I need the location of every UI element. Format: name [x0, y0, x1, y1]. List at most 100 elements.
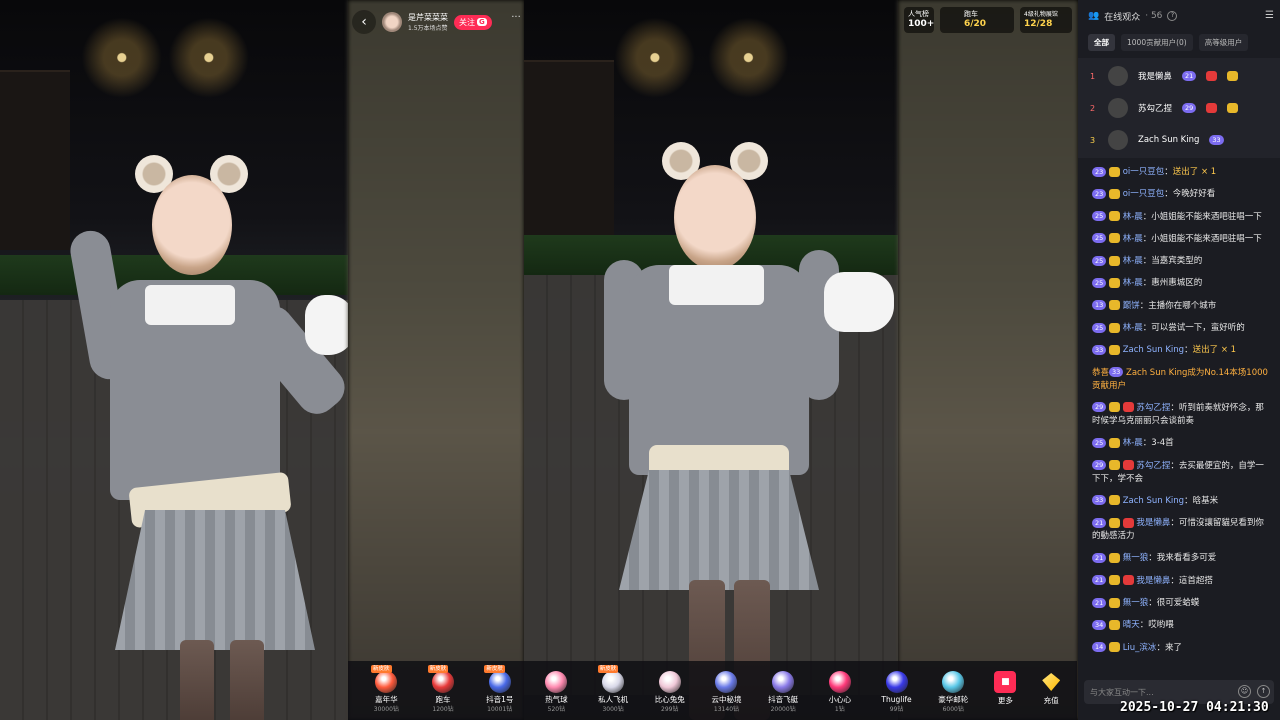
gift-item[interactable]: 热气球 520钻 [528, 665, 585, 715]
follow-button[interactable]: 关注 G [454, 14, 492, 30]
chat-text: 惠州惠城区的 [1151, 278, 1203, 289]
gift-name: 小心心 [828, 695, 852, 704]
chat-username[interactable]: 林-晨 [1123, 256, 1143, 266]
chat-username[interactable]: 無一狼 [1123, 598, 1149, 608]
viewer-count: · 56 [1145, 11, 1163, 21]
people-icon: 👥 [1088, 11, 1100, 21]
more-options-button[interactable]: ··· [508, 12, 524, 30]
diamond-icon [1042, 673, 1061, 691]
chat-text: 這首超搭 [1178, 575, 1213, 586]
gift-hall-badge[interactable]: 4级礼物展馆 12/28 [1020, 7, 1072, 33]
fan-badge-icon [1108, 642, 1120, 653]
gift-item[interactable]: 新皮肤 私人飞机 3000钻 [585, 665, 642, 715]
gift-item[interactable]: 豪华邮轮 6000钻 [925, 665, 982, 715]
level-badge: 21 [1182, 71, 1197, 81]
chat-username[interactable]: 林-晨 [1123, 278, 1143, 288]
chat-username[interactable]: 林-晨 [1123, 323, 1143, 333]
help-icon[interactable]: ? [1167, 11, 1178, 21]
blur-strip-right [898, 0, 1078, 720]
chat-username[interactable]: 苏勾乙捏 [1136, 461, 1170, 471]
gift-name: 比心兔兔 [654, 695, 685, 704]
chat-username[interactable]: 林-晨 [1123, 438, 1143, 448]
system-prefix: 恭喜 [1092, 367, 1110, 378]
chat-text: 我来看看多可爱 [1156, 553, 1217, 564]
level-badge: 29 [1092, 460, 1107, 471]
gift-price: 30000钻 [373, 706, 399, 713]
chat-text: 小姐姐能不能来酒吧驻唱一下 [1151, 233, 1262, 244]
gift-name: 嘉年华 [375, 695, 398, 704]
chat-username[interactable]: 林-晨 [1123, 234, 1143, 244]
recharge-button[interactable]: 充值 [1029, 665, 1073, 706]
gift-item[interactable]: 抖音飞艇 20000钻 [755, 665, 812, 715]
gift-more-button[interactable]: ■ 更多 [982, 665, 1030, 706]
chat-username[interactable]: oi一只豆包 [1123, 167, 1165, 177]
level-badge: 33 [1109, 367, 1124, 378]
gift-item[interactable]: 云中秘境 13140钻 [698, 665, 755, 715]
gift-price: 10001钻 [487, 706, 513, 713]
chat-text: 当嘉宾类型的 [1151, 256, 1203, 267]
chat-username[interactable]: 我是懒鼻 [1136, 518, 1170, 528]
panel-title: 在线观众 [1104, 12, 1141, 23]
gift-icon [772, 671, 795, 693]
gift-name: 跑车 [435, 695, 451, 704]
gift-price: 3000钻 [602, 706, 624, 713]
rank-row[interactable]: 2 苏勾乙捏 29 [1078, 92, 1280, 124]
send-icon[interactable]: ↑ [1257, 685, 1270, 698]
avatar[interactable] [1108, 130, 1128, 150]
fan-badge-icon [1108, 575, 1120, 586]
popularity-badge[interactable]: 人气榜 100+ [904, 7, 934, 33]
avatar[interactable] [1108, 98, 1128, 118]
rank-row[interactable]: 3 Zach Sun King 33 [1078, 124, 1280, 156]
emoji-icon[interactable]: ☺ [1238, 685, 1251, 698]
chat-text: 小姐姐能不能来酒吧驻唱一下 [1151, 211, 1262, 222]
gift-icon [942, 671, 965, 693]
chat-username[interactable]: Zach Sun King [1123, 345, 1184, 355]
chat-message: 13 巅饼：主播你在哪个城市 [1092, 300, 1268, 313]
gift-item[interactable]: 新皮肤嘉年华 30000钻 [358, 665, 415, 715]
avatar[interactable] [1108, 66, 1128, 86]
blur-strip-left [348, 0, 524, 720]
chat-username[interactable]: 林-晨 [1123, 212, 1143, 222]
gift-item[interactable]: 新皮肤 跑车 1200钻 [415, 665, 472, 715]
chat-username[interactable]: oi一只豆包 [1123, 189, 1165, 199]
chat-username[interactable]: 巅饼 [1123, 301, 1140, 311]
gift-tag: 新皮肤 [371, 665, 392, 673]
level-badge: 25 [1092, 322, 1107, 333]
fan-badge-icon [1108, 495, 1120, 506]
level-badge: 21 [1092, 552, 1107, 563]
tab-all[interactable]: 全部 [1088, 33, 1115, 51]
level-badge: 25 [1092, 255, 1107, 266]
fan-badge-icon [1108, 211, 1120, 222]
tab-1000-contributors[interactable]: 1000贡献用户(0) [1121, 33, 1193, 51]
chat-username[interactable]: 我是懒鼻 [1136, 576, 1170, 586]
fan-badge-icon [1108, 255, 1120, 266]
chat-username[interactable]: Zach Sun King [1123, 496, 1184, 506]
gift-item[interactable]: 比心兔兔 299钻 [641, 665, 698, 715]
gift-item[interactable]: Thuglife 99钻 [868, 665, 925, 715]
gift-tag: 新皮肤 [597, 665, 619, 673]
fan-badge-icon [1108, 552, 1120, 563]
rank-row[interactable]: 1 我是懒鼻 21 [1078, 60, 1280, 92]
chat-username[interactable]: 晴天 [1123, 620, 1140, 630]
level-badge: 21 [1092, 597, 1107, 608]
level-badge: 21 [1092, 517, 1107, 528]
tab-high-level[interactable]: 高等级用户 [1198, 33, 1249, 51]
level-badge: 25 [1092, 277, 1107, 288]
level-badge: 21 [1092, 575, 1107, 586]
collapse-panel-icon[interactable]: ☰ [1265, 10, 1274, 21]
chat-message: 14 Liu_滨冰：来了 [1092, 642, 1268, 655]
fan-badge-icon [1108, 188, 1120, 199]
car-badge[interactable]: 跑车 6/20 [940, 7, 1014, 33]
gift-icon [545, 671, 568, 693]
streamer-avatar[interactable] [382, 12, 402, 32]
chat-username[interactable]: 無一狼 [1123, 553, 1149, 563]
gift-item[interactable]: 小心心 1钻 [812, 665, 869, 715]
gift-count: × 1 [1200, 167, 1217, 177]
gift-item[interactable]: 新皮肤 抖音1号 10001钻 [471, 665, 528, 715]
gift-bar: 新皮肤嘉年华 30000钻 新皮肤 跑车 1200钻 新皮肤 抖音1号 10001钻 热气球 52… [348, 661, 1077, 720]
back-button[interactable]: ‹ [352, 10, 376, 34]
chat-username[interactable]: Liu_滨冰 [1123, 643, 1157, 653]
chat-username[interactable]: 苏勾乙捏 [1136, 403, 1170, 413]
chat-message: 25 林-晨：当嘉宾类型的 [1092, 255, 1268, 268]
level-badge: 29 [1092, 402, 1107, 413]
